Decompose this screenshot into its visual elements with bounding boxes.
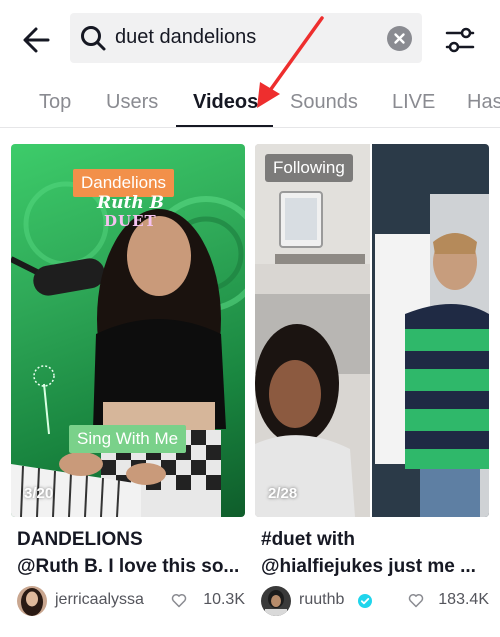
search-query: duet dandelions bbox=[115, 26, 257, 48]
tab-sounds[interactable]: Sounds bbox=[290, 91, 358, 114]
username[interactable]: ruuthb bbox=[299, 591, 344, 609]
tab-videos[interactable]: Videos bbox=[193, 91, 258, 114]
video-thumbnail[interactable]: Following 2/28 bbox=[255, 144, 489, 517]
active-tab-indicator bbox=[176, 125, 273, 127]
card-description: @Ruth B. I love this so... bbox=[17, 556, 240, 577]
back-button[interactable] bbox=[18, 20, 58, 60]
username[interactable]: jerricaalyssa bbox=[55, 591, 144, 609]
card-title: DANDELIONS bbox=[17, 529, 143, 550]
filter-button[interactable] bbox=[440, 20, 480, 60]
overlay-duet: DUET bbox=[104, 212, 157, 230]
avatar[interactable] bbox=[17, 586, 47, 616]
search-header: duet dandelions bbox=[0, 0, 500, 78]
tab-hashtags[interactable]: Has bbox=[467, 91, 500, 114]
search-icon bbox=[81, 26, 106, 51]
card-meta: jerricaalyssa 10.3K bbox=[17, 586, 245, 616]
avatar-image bbox=[17, 586, 47, 616]
tab-live[interactable]: LIVE bbox=[392, 91, 435, 114]
photo-counter: 3/20 bbox=[24, 485, 54, 502]
heart-icon[interactable] bbox=[408, 593, 424, 608]
heart-icon[interactable] bbox=[171, 593, 187, 608]
overlay-artist: Ruth B bbox=[97, 193, 164, 213]
search-input[interactable]: duet dandelions bbox=[70, 13, 422, 63]
tab-users[interactable]: Users bbox=[106, 91, 158, 114]
card-meta: ruuthb 183.4K bbox=[261, 586, 489, 616]
arrow-left-icon bbox=[23, 27, 50, 53]
video-frame-illustration bbox=[255, 144, 489, 517]
close-icon bbox=[394, 33, 405, 44]
card-description: @hialfiejukes just me ... bbox=[261, 556, 476, 577]
sliders-icon bbox=[445, 27, 475, 53]
verified-check-icon bbox=[358, 594, 372, 608]
like-count: 183.4K bbox=[438, 591, 489, 608]
card-title: #duet with bbox=[261, 529, 355, 550]
avatar-image bbox=[261, 586, 291, 616]
search-tabs: Top Users Videos Sounds LIVE Has bbox=[0, 78, 500, 128]
like-count: 10.3K bbox=[203, 591, 245, 608]
overlay-caption: Sing With Me bbox=[69, 425, 187, 453]
avatar[interactable] bbox=[261, 586, 291, 616]
tab-top[interactable]: Top bbox=[39, 91, 71, 114]
clear-search-button[interactable] bbox=[387, 26, 412, 51]
video-thumbnail[interactable]: Dandelions Ruth B DUET Sing With Me 3/20 bbox=[11, 144, 245, 517]
following-badge: Following bbox=[265, 154, 353, 182]
photo-counter: 2/28 bbox=[268, 485, 298, 502]
